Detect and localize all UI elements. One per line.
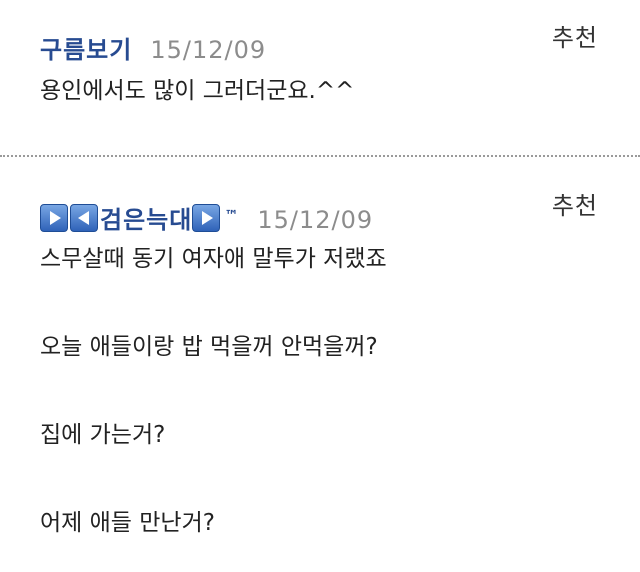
comment-body: 용인에서도 많이 그러더군요.^^: [40, 76, 354, 106]
trademark-symbol: ™: [224, 208, 240, 224]
play-right-icon: [192, 204, 221, 232]
comment-item: 추천 검은늑대 ™ 15/12/09 스무살때 동기 여자애 말투가 저랬죠 오늘…: [0, 164, 640, 572]
comment-meta: 검은늑대 ™ 15/12/09: [40, 200, 373, 235]
comment-date: 15/12/09: [150, 36, 267, 64]
comment-meta: 구름보기 15/12/09: [40, 30, 266, 65]
recommend-button[interactable]: 추천: [552, 186, 598, 221]
comment-divider: [0, 155, 640, 157]
recommend-button[interactable]: 추천: [552, 18, 598, 53]
comment-text: 어제 애들 만난거?: [40, 510, 215, 536]
author-name-text: 검은늑대: [100, 206, 193, 234]
comment-text: 스무살때 동기 여자애 말투가 저랬죠: [40, 246, 387, 272]
comment-text: 집에 가는거?: [40, 422, 166, 448]
comment-text: 용인에서도 많이 그러더군요.^^: [40, 78, 355, 104]
play-left-icon: [70, 204, 98, 232]
play-right-icon: [40, 204, 68, 232]
comment-body: 스무살때 동기 여자애 말투가 저랬죠 오늘 애들이랑 밥 먹을꺼 안먹을꺼? …: [40, 244, 387, 538]
comment-date: 15/12/09: [257, 206, 374, 234]
comment-item: 추천 구름보기 15/12/09 용인에서도 많이 그러더군요.^^: [0, 0, 640, 148]
author-name[interactable]: 구름보기: [40, 30, 132, 65]
comment-text: 오늘 애들이랑 밥 먹을꺼 안먹을꺼?: [40, 334, 378, 360]
author-name[interactable]: 검은늑대 ™: [40, 200, 239, 235]
